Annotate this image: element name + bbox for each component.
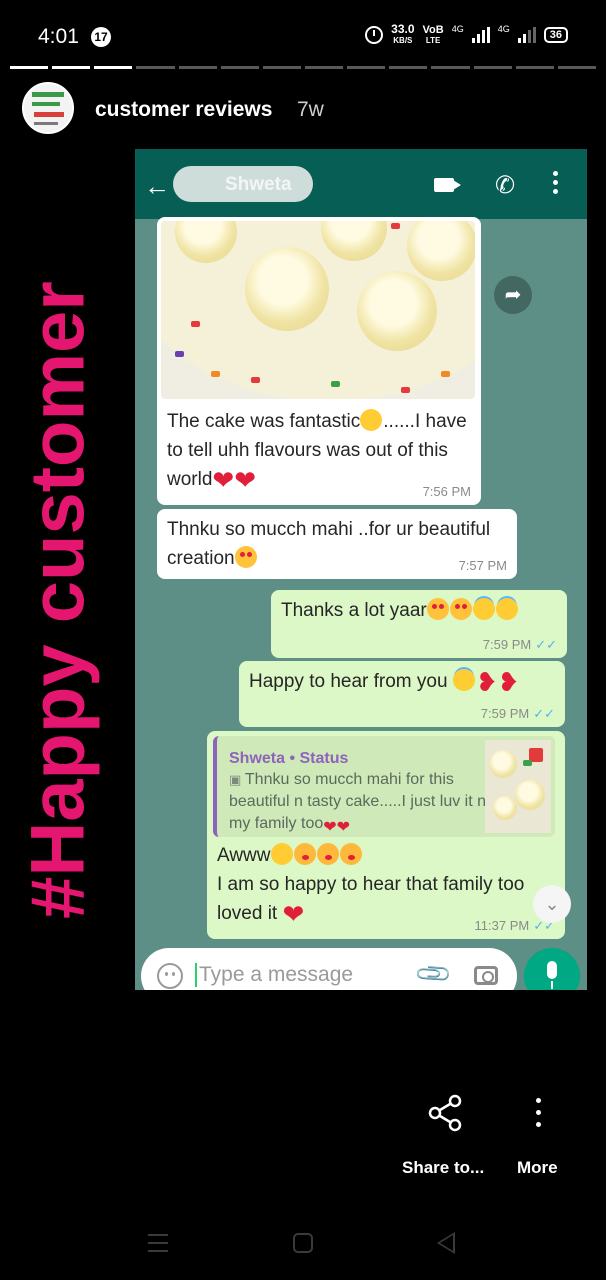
network-type-1: 4G bbox=[451, 24, 464, 34]
progress-segment bbox=[262, 66, 301, 69]
progress-segment bbox=[52, 66, 91, 69]
smiling-hearts-emoji-icon bbox=[426, 598, 449, 620]
more-button[interactable]: More bbox=[517, 1158, 558, 1178]
kiss-emoji-icon bbox=[293, 843, 316, 865]
message-text: Happy to hear from you bbox=[249, 671, 448, 692]
progress-segment bbox=[136, 66, 175, 69]
message-text: The cake was fantastic bbox=[167, 411, 361, 432]
message-bubble: Happy to hear from you ❥❥ 7:59 PM ✓✓ bbox=[239, 661, 565, 727]
back-button[interactable] bbox=[437, 1232, 455, 1254]
story-age: 7w bbox=[297, 98, 324, 121]
progress-segment bbox=[94, 66, 133, 69]
halo-emoji-icon bbox=[452, 669, 475, 691]
notification-count-badge: 17 bbox=[91, 27, 111, 47]
heart-exclamation-icon: ❥ bbox=[475, 667, 498, 697]
video-call-icon bbox=[434, 178, 461, 192]
message-bubble: The cake was fantastic ......I have to te… bbox=[157, 217, 481, 505]
progress-segment bbox=[473, 66, 512, 69]
progress-segment bbox=[557, 66, 596, 69]
network-speed: 33.0 KB/S bbox=[391, 22, 415, 46]
message-bubble: Shweta • Status ▣ Thnku so mucch mahi fo… bbox=[207, 731, 565, 939]
read-ticks-icon: ✓✓ bbox=[533, 706, 555, 721]
signal-icon-2 bbox=[517, 27, 536, 43]
emoji-icon bbox=[157, 963, 183, 989]
profile-avatar[interactable] bbox=[22, 82, 74, 134]
progress-segment bbox=[389, 66, 428, 69]
message-text: Awww bbox=[217, 845, 271, 866]
contact-name: Shweta bbox=[225, 174, 292, 195]
message-time: 7:57 PM bbox=[458, 558, 507, 573]
smiling-hearts-emoji-icon bbox=[449, 598, 472, 620]
volte-top: VoB bbox=[422, 23, 444, 36]
heart-icon: ❤ bbox=[212, 465, 235, 495]
attachment-icon: 📎 bbox=[413, 954, 455, 990]
progress-segment bbox=[10, 66, 49, 69]
progress-segment bbox=[178, 66, 217, 69]
status-icons: 33.0 KB/S VoB LTE 4G 4G 36 bbox=[365, 22, 568, 46]
read-ticks-icon: ✓✓ bbox=[535, 637, 557, 652]
image-icon: ▣ bbox=[229, 772, 245, 787]
message-time: 7:59 PM bbox=[482, 637, 532, 652]
progress-segment bbox=[515, 66, 554, 69]
back-arrow-icon: ← bbox=[144, 171, 170, 201]
heart-icon: ❤ bbox=[336, 819, 351, 836]
progress-segment bbox=[347, 66, 386, 69]
progress-segment bbox=[431, 66, 470, 69]
halo-emoji-icon bbox=[472, 598, 495, 620]
message-input-bar: Type a message 📎 bbox=[141, 948, 517, 990]
quoted-status-reply: Shweta • Status ▣ Thnku so mucch mahi fo… bbox=[213, 736, 555, 837]
heart-icon: ❤ bbox=[323, 819, 337, 836]
home-button[interactable] bbox=[293, 1233, 313, 1253]
volte-indicator: VoB LTE bbox=[422, 23, 444, 46]
chat-menu-icon bbox=[553, 171, 559, 198]
share-button[interactable]: Share to... bbox=[402, 1158, 484, 1178]
message-text: Thnku so mucch mahi ..for ur beautiful c… bbox=[167, 519, 491, 569]
microphone-icon bbox=[524, 948, 580, 990]
scroll-down-icon: ⌄ bbox=[533, 885, 571, 923]
share-icon[interactable] bbox=[425, 1093, 465, 1133]
signal-icon-1 bbox=[471, 27, 490, 43]
chat-header: ← Shweta ✆ bbox=[135, 149, 587, 219]
speed-unit: KB/S bbox=[393, 36, 413, 45]
heart-icon: ❤ bbox=[282, 899, 305, 929]
message-text-continued: I am so happy to hear that family too lo… bbox=[217, 874, 525, 924]
story-title[interactable]: customer reviews bbox=[95, 98, 272, 122]
camera-icon bbox=[474, 966, 498, 985]
battery-icon: 36 bbox=[543, 27, 568, 43]
message-time: 7:59 PM bbox=[480, 706, 530, 721]
alarm-icon bbox=[365, 26, 384, 44]
message-text: Thanks a lot yaar bbox=[281, 600, 427, 621]
heart-exclamation-icon: ❥ bbox=[497, 667, 520, 697]
recent-apps-button[interactable] bbox=[148, 1234, 168, 1258]
network-type-2: 4G bbox=[497, 24, 510, 34]
smiling-hearts-emoji-icon bbox=[234, 546, 257, 568]
message-bubble: Thanks a lot yaar 7:59 PM ✓✓ bbox=[271, 590, 567, 658]
status-time: 4:01 bbox=[38, 25, 79, 48]
grin-emoji-icon bbox=[270, 843, 293, 865]
forward-icon: ➦ bbox=[494, 276, 532, 314]
cake-photo bbox=[161, 221, 475, 399]
volte-bottom: LTE bbox=[425, 35, 441, 45]
heart-icon: ❤ bbox=[234, 465, 256, 495]
speed-value: 33.0 bbox=[391, 22, 415, 36]
progress-segment bbox=[304, 66, 344, 69]
message-bubble: Thnku so mucch mahi ..for ur beautiful c… bbox=[157, 509, 517, 579]
message-input-placeholder: Type a message bbox=[195, 963, 353, 987]
story-progress-bar bbox=[10, 66, 596, 69]
reply-text: ▣ Thnku so mucch mahi for this beautiful… bbox=[229, 771, 487, 836]
status-thumbnail bbox=[485, 740, 551, 833]
chat-screenshot: ← Shweta ✆ The cake was fantastic ......I… bbox=[135, 149, 587, 990]
kiss-emoji-icon bbox=[316, 843, 339, 865]
message-time: 11:37 PM bbox=[474, 918, 530, 933]
progress-segment bbox=[220, 66, 259, 69]
status-bar: 4:01 17 33.0 KB/S VoB LTE 4G 4G 36 bbox=[0, 0, 606, 70]
halo-emoji-icon bbox=[495, 598, 518, 620]
yum-emoji-icon bbox=[360, 409, 383, 431]
more-options-icon[interactable] bbox=[536, 1098, 542, 1134]
hashtag-overlay-text: #Happy customer bbox=[15, 281, 101, 919]
phone-call-icon: ✆ bbox=[495, 172, 516, 199]
kiss-emoji-icon bbox=[339, 843, 362, 865]
message-time: 7:56 PM bbox=[422, 484, 471, 499]
